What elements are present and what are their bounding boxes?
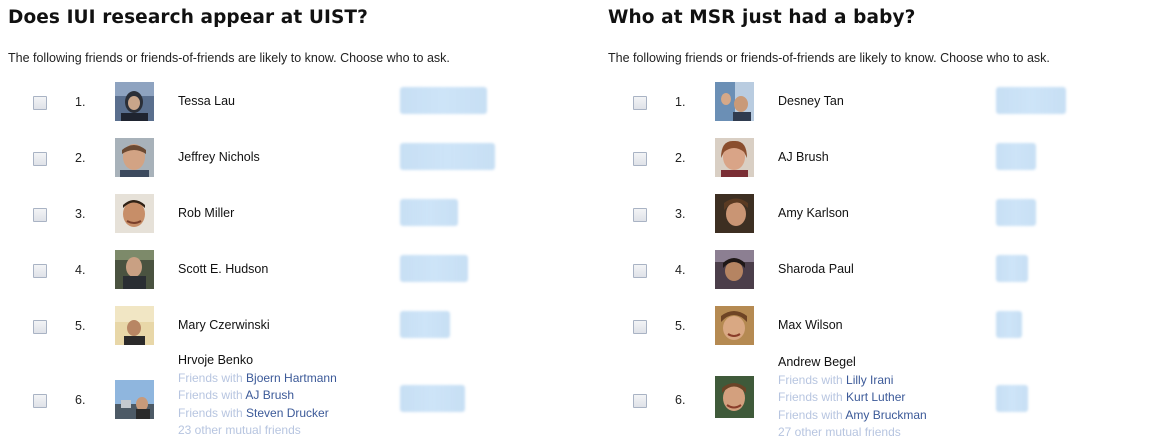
friends-with-line: Friends with Kurt Luther [778, 390, 906, 404]
choose-checkbox[interactable] [33, 394, 47, 408]
redacted-info [996, 87, 1066, 114]
item-number: 6. [75, 393, 86, 407]
person-name[interactable]: Hrvoje Benko [178, 352, 337, 370]
list-item: 3. Amy Karlson [608, 194, 1156, 258]
person-name[interactable]: Andrew Begel [778, 354, 927, 372]
choose-checkbox[interactable] [33, 264, 47, 278]
friend-link[interactable]: AJ Brush [245, 388, 294, 402]
person-details: Hrvoje Benko Friends with Bjoern Hartman… [178, 352, 337, 440]
mutual-friends-count: 27 other mutual friends [778, 425, 901, 439]
choose-checkbox[interactable] [633, 320, 647, 334]
person-name[interactable]: Sharoda Paul [778, 262, 854, 276]
friend-link[interactable]: Kurt Luther [846, 390, 905, 404]
choose-checkbox[interactable] [33, 96, 47, 110]
avatar [115, 250, 154, 289]
choose-checkbox[interactable] [633, 96, 647, 110]
redacted-info [996, 311, 1022, 338]
instruction-text: The following friends or friends-of-frie… [8, 51, 450, 65]
item-number: 2. [675, 151, 686, 165]
person-name[interactable]: Jeffrey Nichols [178, 150, 260, 164]
item-number: 4. [75, 263, 86, 277]
list-item: 4. Sharoda Paul [608, 250, 1156, 314]
item-number: 1. [75, 95, 86, 109]
item-number: 5. [675, 319, 686, 333]
mutual-friends-count: 23 other mutual friends [178, 423, 301, 437]
friend-link[interactable]: Steven Drucker [246, 406, 329, 420]
choose-checkbox[interactable] [633, 208, 647, 222]
friends-with-line: Friends with Steven Drucker [178, 405, 329, 420]
list-item: 2. AJ Brush [608, 138, 1156, 202]
redacted-info [400, 143, 495, 170]
friends-with-line: Friends with Bjoern Hartmann [178, 370, 337, 385]
redacted-info [996, 255, 1028, 282]
choose-checkbox[interactable] [633, 394, 647, 408]
list-item: 4. Scott E. Hudson [8, 250, 568, 314]
friends-with-line: Friends with AJ Brush [178, 388, 295, 402]
list-item: 6. Hrvoje Benko Friends with Bjoern Hart… [8, 353, 568, 444]
redacted-info [400, 255, 468, 282]
avatar [115, 138, 154, 177]
choose-checkbox[interactable] [33, 208, 47, 222]
right-question-panel: Who at MSR just had a baby? The followin… [608, 0, 1156, 444]
person-details: Andrew Begel Friends with Lilly Irani Fr… [778, 354, 927, 442]
friends-with-line: Friends with Lilly Irani [778, 372, 894, 387]
list-item: 3. Rob Miller [8, 194, 568, 258]
list-item: 6. Andrew Begel Friends with Lilly Irani… [608, 355, 1156, 444]
person-name[interactable]: Rob Miller [178, 206, 234, 220]
avatar [715, 138, 754, 177]
list-item: 1. Tessa Lau [8, 82, 568, 146]
redacted-info [996, 199, 1036, 226]
item-number: 3. [675, 207, 686, 221]
avatar [115, 82, 154, 121]
avatar [115, 306, 154, 345]
friend-link[interactable]: Amy Bruckman [845, 408, 926, 422]
person-name[interactable]: AJ Brush [778, 150, 829, 164]
list-item: 1. Desney Tan [608, 82, 1156, 146]
redacted-info [400, 199, 458, 226]
item-number: 6. [675, 393, 686, 407]
person-name[interactable]: Scott E. Hudson [178, 262, 268, 276]
choose-checkbox[interactable] [633, 152, 647, 166]
redacted-info [400, 311, 450, 338]
person-name[interactable]: Max Wilson [778, 318, 843, 332]
avatar [715, 376, 754, 418]
friend-link[interactable]: Lilly Irani [846, 373, 893, 387]
avatar [115, 194, 154, 233]
person-name[interactable]: Desney Tan [778, 94, 844, 108]
person-name[interactable]: Amy Karlson [778, 206, 849, 220]
avatar [715, 250, 754, 289]
question-title: Who at MSR just had a baby? [608, 7, 916, 28]
person-name[interactable]: Tessa Lau [178, 94, 235, 108]
item-number: 2. [75, 151, 86, 165]
list-item: 2. Jeffrey Nichols [8, 138, 568, 202]
avatar [715, 194, 754, 233]
friend-link[interactable]: Bjoern Hartmann [246, 371, 337, 385]
choose-checkbox[interactable] [33, 320, 47, 334]
redacted-info [400, 385, 465, 412]
person-name[interactable]: Mary Czerwinski [178, 318, 270, 332]
item-number: 5. [75, 319, 86, 333]
avatar [715, 306, 754, 345]
choose-checkbox[interactable] [33, 152, 47, 166]
item-number: 4. [675, 263, 686, 277]
instruction-text: The following friends or friends-of-frie… [608, 51, 1050, 65]
item-number: 3. [75, 207, 86, 221]
question-title: Does IUI research appear at UIST? [8, 7, 368, 28]
redacted-info [400, 87, 487, 114]
redacted-info [996, 143, 1036, 170]
choose-checkbox[interactable] [633, 264, 647, 278]
left-question-panel: Does IUI research appear at UIST? The fo… [8, 0, 568, 444]
item-number: 1. [675, 95, 686, 109]
redacted-info [996, 385, 1028, 412]
avatar [115, 380, 154, 419]
friends-with-line: Friends with Amy Bruckman [778, 407, 927, 422]
avatar [715, 82, 754, 121]
